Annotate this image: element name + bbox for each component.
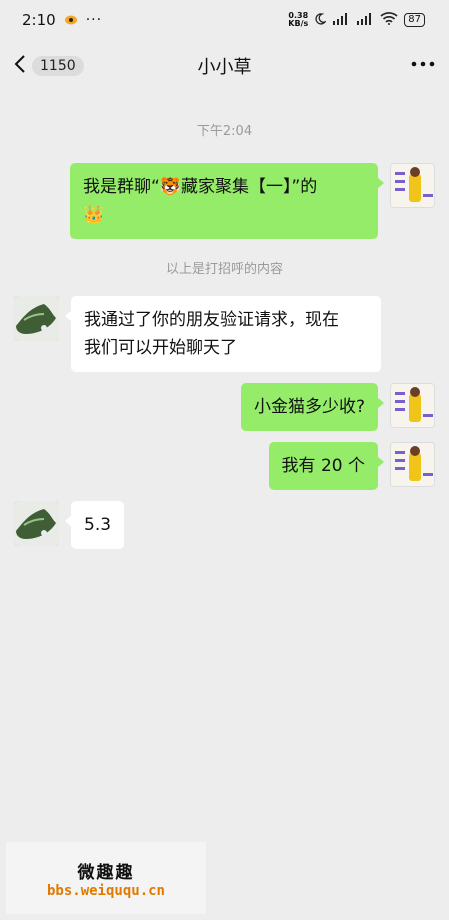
message-bubble[interactable]: 我通过了你的朋友验证请求，现在 我们可以开始聊天了 bbox=[65, 296, 381, 372]
back-button[interactable]: 1150 bbox=[14, 54, 84, 78]
avatar[interactable] bbox=[390, 163, 435, 208]
avatar-image bbox=[391, 443, 434, 486]
avatar-image bbox=[391, 384, 434, 427]
avatar-image bbox=[391, 164, 434, 207]
message-bubble[interactable]: 小金猫多少收? bbox=[240, 383, 385, 431]
message-timestamp: 下午2:04 bbox=[196, 124, 253, 139]
system-note: 以上是打招呼的内容 bbox=[165, 262, 283, 277]
avatar-image bbox=[14, 501, 59, 546]
chat-header: 1150 小小草 bbox=[0, 40, 449, 92]
avatar-image bbox=[14, 296, 59, 341]
status-bar: 2:10 ··· 0.38 KB/s 87 bbox=[0, 0, 449, 40]
network-speed: 0.38 KB/s bbox=[288, 11, 309, 28]
avatar[interactable] bbox=[390, 383, 435, 428]
weibo-icon bbox=[64, 11, 78, 29]
more-options-button[interactable] bbox=[411, 56, 435, 77]
signal-icon bbox=[332, 12, 350, 28]
moon-icon bbox=[314, 12, 328, 28]
status-right: 0.38 KB/s 87 bbox=[288, 12, 425, 28]
message-row: 我是群聊“🐯藏家聚集【一】”的 👑 bbox=[70, 163, 435, 239]
status-left: 2:10 ··· bbox=[22, 11, 102, 29]
status-time: 2:10 bbox=[22, 11, 56, 29]
message-row: 我通过了你的朋友验证请求，现在 我们可以开始聊天了 bbox=[14, 296, 381, 372]
avatar[interactable] bbox=[14, 296, 59, 341]
watermark-title: 微趣趣 bbox=[77, 862, 135, 883]
signal-icon bbox=[356, 12, 374, 28]
more-icon bbox=[411, 61, 435, 66]
message-bubble[interactable]: 我有 20 个 bbox=[268, 442, 385, 490]
wifi-icon bbox=[380, 12, 398, 28]
message-bubble[interactable]: 我是群聊“🐯藏家聚集【一】”的 👑 bbox=[70, 163, 384, 239]
battery-indicator: 87 bbox=[404, 13, 425, 27]
watermark-logo: 微趣趣 bbs.weiququ.cn bbox=[6, 842, 206, 914]
avatar[interactable] bbox=[390, 442, 435, 487]
status-dots: ··· bbox=[85, 12, 103, 28]
avatar[interactable] bbox=[14, 501, 59, 546]
message-row: 5.3 bbox=[14, 501, 125, 549]
message-row: 我有 20 个 bbox=[268, 442, 435, 490]
unread-count-badge: 1150 bbox=[32, 56, 84, 76]
message-row: 小金猫多少收? bbox=[240, 383, 435, 431]
chevron-left-icon bbox=[14, 54, 26, 78]
message-bubble[interactable]: 5.3 bbox=[64, 501, 125, 549]
watermark-url: bbs.weiququ.cn bbox=[46, 882, 165, 899]
